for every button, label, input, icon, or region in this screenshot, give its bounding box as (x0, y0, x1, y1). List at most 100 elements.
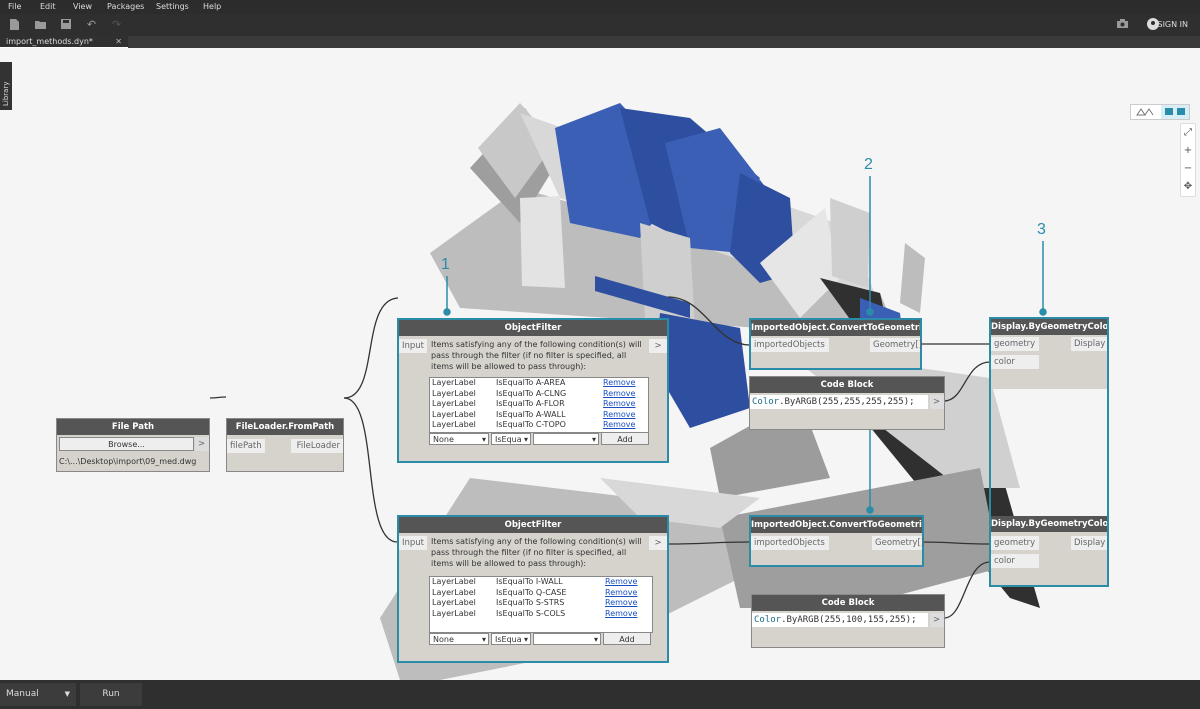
input-port[interactable]: Input (399, 536, 427, 550)
zoom-in-icon[interactable]: + (1181, 142, 1195, 160)
input-port-color[interactable]: color (991, 554, 1039, 568)
list-item: LayerLabel IsEqualTo S-COLS Remove (432, 608, 638, 620)
callout-1: 1 (441, 256, 450, 273)
save-icon[interactable] (59, 18, 72, 31)
zoom-out-icon[interactable]: − (1181, 160, 1195, 178)
output-port[interactable]: > (930, 395, 944, 409)
remove-link[interactable]: Remove (603, 378, 635, 389)
tab-label: import_methods.dyn* (6, 37, 93, 46)
output-port-display[interactable]: Display (1071, 337, 1107, 351)
open-folder-icon[interactable] (34, 18, 47, 31)
node-title: Code Block (752, 595, 944, 611)
output-port-geometry[interactable]: Geometry[] (870, 338, 922, 352)
node-file-loader[interactable]: FileLoader.FromPath filePath FileLoader (226, 418, 344, 472)
node-title: FileLoader.FromPath (227, 419, 343, 435)
filter-description: Items satisfying any of the following co… (431, 340, 642, 371)
add-condition-button[interactable]: Add (601, 432, 649, 445)
menu-edit[interactable]: Edit (40, 2, 56, 11)
layer-select[interactable]: None ▾ (429, 433, 489, 445)
menu-file[interactable]: File (8, 2, 21, 11)
output-port[interactable]: > (930, 613, 944, 627)
node-display-by-geometry-color-1[interactable]: Display.ByGeometryColor geometry color D… (991, 319, 1107, 389)
value-select[interactable]: ▾ (533, 433, 599, 445)
sign-in-button[interactable]: SIGN IN (1157, 20, 1188, 29)
node-title: File Path (57, 419, 209, 435)
layer-select[interactable]: None ▾ (429, 633, 489, 645)
code-editor[interactable]: Color.ByARGB(255,255,255,255); (750, 395, 928, 409)
input-port-imported-objects[interactable]: importedObjects (751, 338, 829, 352)
list-item: LayerLabel IsEqualTo A-CLNG Remove (432, 388, 636, 400)
input-port-geometry[interactable]: geometry (991, 536, 1039, 550)
new-file-icon[interactable] (8, 18, 21, 31)
code-editor[interactable]: Color.ByARGB(255,100,155,255); (752, 613, 928, 627)
node-object-filter-2[interactable]: ObjectFilter Input > Items satisfying an… (397, 515, 669, 663)
menu-help[interactable]: Help (203, 2, 221, 11)
node-convert-to-geometries-2[interactable]: ImportedObject.ConvertToGeometries impor… (749, 515, 924, 567)
remove-link[interactable]: Remove (603, 420, 635, 431)
node-title: Display.ByGeometryColor (991, 319, 1107, 335)
remove-link[interactable]: Remove (605, 598, 637, 609)
list-item: LayerLabel IsEqualTo A-WALL Remove (432, 409, 636, 421)
undo-icon[interactable]: ↶ (85, 18, 98, 31)
node-file-path[interactable]: File Path Browse... > C:\...\Desktop\imp… (56, 418, 210, 472)
node-convert-to-geometries-1[interactable]: ImportedObject.ConvertToGeometries impor… (749, 318, 922, 370)
operator-select[interactable]: IsEqua ▾ (491, 433, 531, 445)
callout-2: 2 (864, 156, 873, 173)
output-port[interactable]: > (649, 536, 667, 550)
input-port-geometry[interactable]: geometry (991, 337, 1039, 351)
tab-import-methods[interactable]: import_methods.dyn* ✕ (0, 36, 128, 48)
zoom-fit-icon[interactable]: ⤢ (1181, 124, 1195, 142)
callout-3: 3 (1037, 221, 1046, 238)
remove-link[interactable]: Remove (603, 389, 635, 400)
menu-view[interactable]: View (73, 2, 92, 11)
node-title: Display.ByGeometryColor (991, 516, 1107, 532)
output-port-display[interactable]: Display (1071, 536, 1107, 550)
output-port-fileloader[interactable]: FileLoader (291, 439, 343, 453)
close-icon[interactable]: ✕ (115, 36, 122, 48)
node-title: ImportedObject.ConvertToGeometries (751, 320, 920, 336)
library-label: Library (2, 81, 10, 106)
menu-bar: File Edit View Packages Settings Help (0, 0, 1200, 14)
camera-icon[interactable] (1116, 18, 1129, 31)
input-port[interactable]: Input (399, 339, 427, 353)
node-display-by-geometry-color-2[interactable]: Display.ByGeometryColor geometry color D… (991, 516, 1107, 585)
pan-icon[interactable]: ✥ (1181, 178, 1195, 196)
zoom-controls: ⤢ + − ✥ (1180, 123, 1196, 197)
view-toggle[interactable] (1130, 104, 1190, 120)
run-mode-select[interactable]: Manual ▼ (0, 683, 76, 706)
node-code-block-2[interactable]: Code Block Color.ByARGB(255,100,155,255)… (751, 594, 945, 648)
input-port-imported-objects[interactable]: importedObjects (751, 536, 829, 550)
menu-packages[interactable]: Packages (107, 2, 144, 11)
tab-bar: import_methods.dyn* ✕ (0, 36, 1200, 48)
graph-canvas[interactable]: 1 2 3 File Path Browse... > C:\...\Deskt… (0, 48, 1200, 680)
add-condition-button[interactable]: Add (603, 632, 651, 645)
remove-link[interactable]: Remove (605, 609, 637, 620)
filter-description: Items satisfying any of the following co… (431, 537, 642, 568)
output-port-geometry[interactable]: Geometry[] (872, 536, 924, 550)
node-code-block-1[interactable]: Code Block Color.ByARGB(255,255,255,255)… (749, 376, 945, 430)
condition-list: LayerLabel IsEqualTo I-WALL Remove LayerLa… (429, 576, 653, 633)
remove-link[interactable]: Remove (603, 410, 635, 421)
output-port[interactable]: > (195, 437, 209, 451)
node-title: Code Block (750, 377, 944, 393)
menu-settings[interactable]: Settings (156, 2, 189, 11)
input-port-filepath[interactable]: filePath (227, 439, 265, 453)
browse-button[interactable]: Browse... (59, 437, 194, 451)
remove-link[interactable]: Remove (605, 577, 637, 588)
remove-link[interactable]: Remove (603, 399, 635, 410)
node-object-filter-1[interactable]: ObjectFilter Input > Items satisfying an… (397, 318, 669, 463)
output-port[interactable]: > (649, 339, 667, 353)
run-button[interactable]: Run (80, 683, 142, 706)
remove-link[interactable]: Remove (605, 588, 637, 599)
list-item: LayerLabel IsEqualTo S-STRS Remove (432, 598, 638, 609)
file-path-value: C:\...\Desktop\import\09_med.dwg (59, 457, 197, 466)
value-select[interactable]: ▾ (533, 633, 601, 645)
input-port-color[interactable]: color (991, 355, 1039, 369)
list-item: LayerLabel IsEqualTo A-FLOR Remove (432, 399, 636, 410)
operator-select[interactable]: IsEqua ▾ (491, 633, 531, 645)
node-title: ObjectFilter (399, 320, 667, 336)
redo-icon[interactable]: ↷ (110, 18, 123, 31)
node-title: ObjectFilter (399, 517, 667, 533)
library-panel-toggle[interactable]: Library (0, 62, 12, 110)
list-item: LayerLabel IsEqualTo Q-CASE Remove (432, 587, 638, 599)
